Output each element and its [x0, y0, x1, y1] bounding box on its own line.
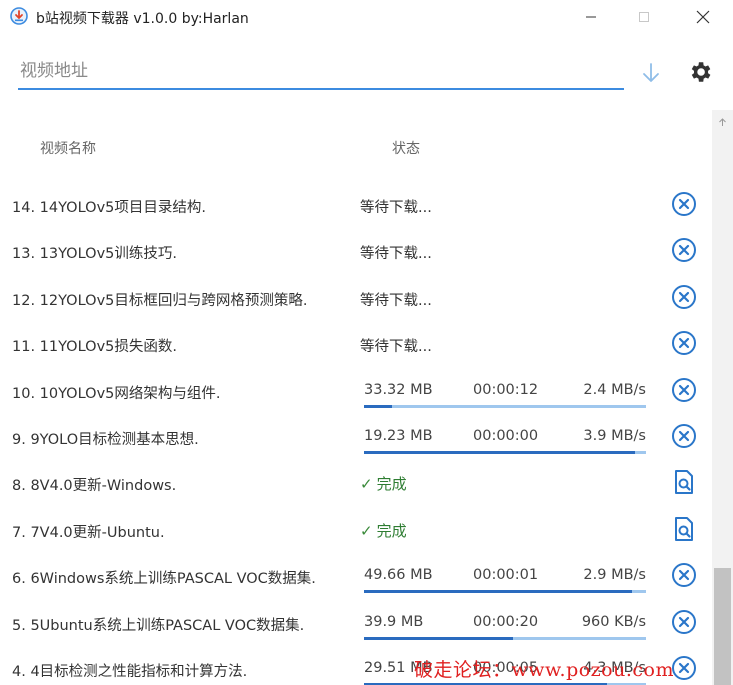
remaining-time: 00:00:01 [473, 567, 539, 584]
list-item: 14. 14YOLOv5项目目录结构. 等待下载... [0, 182, 712, 228]
video-name: 11. 11YOLOv5损失函数. [12, 339, 177, 356]
title-bar: b站视频下载器 v1.0.0 by:Harlan [0, 0, 733, 34]
close-button[interactable] [680, 0, 726, 34]
cancel-icon [671, 191, 697, 221]
maximize-button[interactable] [621, 0, 667, 34]
video-name: 4. 4目标检测之性能指标和计算方法. [12, 664, 248, 680]
status-text: 等待下载... [360, 292, 432, 309]
cancel-download-button[interactable] [670, 609, 698, 639]
column-header-name: 视频名称 [40, 141, 96, 157]
settings-button[interactable] [684, 58, 716, 90]
video-url-input[interactable] [18, 54, 624, 90]
video-name: 7. 7V4.0更新-Ubuntu. [12, 524, 165, 541]
video-name: 14. 14YOLOv5项目目录结构. [12, 200, 206, 216]
cancel-download-button[interactable] [670, 284, 698, 314]
status-text: 等待下载... [360, 246, 432, 263]
list-item: 7. 7V4.0更新-Ubuntu. ✓ 完成 [0, 507, 712, 553]
download-speed: 2.4 MB/s [583, 381, 646, 398]
cancel-icon [671, 377, 697, 407]
video-name: 5. 5Ubuntu系统上训练PASCAL VOC数据集. [12, 617, 305, 634]
scroll-up-button[interactable] [712, 110, 733, 132]
download-speed: 960 KB/s [581, 613, 646, 630]
gear-icon [687, 59, 713, 89]
cancel-download-button[interactable] [670, 192, 698, 220]
list-item: 13. 13YOLOv5训练技巧. 等待下载... [0, 228, 712, 274]
download-arrow-icon [641, 62, 661, 88]
list-header: 视频名称 状态 [0, 110, 712, 182]
cancel-icon [671, 562, 697, 592]
cancel-icon [671, 423, 697, 453]
progress-bar-fill [364, 451, 635, 454]
status-text: 等待下载... [360, 339, 432, 356]
window-title: b站视频下载器 v1.0.0 by:Harlan [36, 11, 249, 27]
download-size: 19.23 MB [364, 428, 433, 444]
column-header-status: 状态 [392, 141, 420, 157]
status-text: 等待下载... [360, 200, 432, 216]
progress-bar-fill [364, 404, 393, 408]
cancel-icon [671, 655, 697, 685]
download-speed: 3.9 MB/s [583, 428, 646, 444]
video-name: 10. 10YOLOv5网络架构与组件. [12, 385, 221, 402]
list-item: 12. 12YOLOv5目标框回归与跨网格预测策略. 等待下载... [0, 275, 712, 321]
list-item: 10. 10YOLOv5网络架构与组件. 33.32 MB 00:00:12 2.4 … [0, 368, 712, 414]
scrollbar-thumb[interactable] [714, 568, 731, 685]
cancel-download-button[interactable] [670, 424, 698, 452]
list-item: 11. 11YOLOv5损失函数. 等待下载... [0, 321, 712, 367]
remaining-time: 00:00:00 [473, 428, 539, 444]
cancel-icon [671, 609, 697, 639]
download-size: 49.66 MB [364, 567, 433, 584]
vertical-scrollbar[interactable] [712, 110, 733, 685]
list-item: 9. 9YOLO目标检测基本思想. 19.23 MB 00:00:00 3.9 MB/… [0, 414, 712, 460]
open-file-icon [672, 469, 696, 499]
progress-bar [364, 404, 646, 408]
cancel-download-button[interactable] [670, 238, 698, 266]
check-icon: ✓ [360, 475, 373, 494]
video-name: 6. 6Windows系统上训练PASCAL VOC数据集. [12, 571, 316, 588]
progress-bar-fill [364, 590, 632, 594]
video-name: 8. 8V4.0更新-Windows. [12, 478, 177, 495]
minimize-button[interactable] [568, 0, 614, 34]
cancel-download-button[interactable] [670, 331, 698, 359]
list-item: 5. 5Ubuntu系统上训练PASCAL VOC数据集. 39.9 MB 00:0… [0, 600, 712, 646]
scroll-up-arrow-icon [718, 112, 727, 131]
video-name: 12. 12YOLOv5目标框回归与跨网格预测策略. [12, 292, 308, 309]
download-button[interactable] [636, 60, 666, 90]
cancel-download-button[interactable] [670, 563, 698, 591]
open-file-icon [672, 516, 696, 546]
open-file-button[interactable] [670, 470, 698, 498]
status-done: ✓ 完成 [360, 473, 407, 494]
check-icon: ✓ [360, 521, 373, 540]
cancel-icon [671, 237, 697, 267]
download-size: 33.32 MB [364, 381, 433, 398]
remaining-time: 00:00:20 [473, 613, 539, 630]
cancel-icon [671, 284, 697, 314]
download-size: 39.9 MB [364, 613, 424, 630]
progress-bar-fill [364, 636, 514, 640]
cancel-download-button[interactable] [670, 656, 698, 684]
download-list: 14. 14YOLOv5项目目录结构. 等待下载... 13. 13YOLOv5训练… [0, 182, 712, 685]
progress-bar [364, 590, 646, 594]
app-logo-icon [10, 7, 28, 25]
list-item: 8. 8V4.0更新-Windows. ✓ 完成 [0, 460, 712, 506]
download-speed: 2.9 MB/s [583, 567, 646, 584]
video-name: 13. 13YOLOv5训练技巧. [12, 246, 177, 263]
list-item: 6. 6Windows系统上训练PASCAL VOC数据集. 49.66 MB 00… [0, 553, 712, 599]
status-text: 完成 [376, 521, 407, 540]
video-name: 9. 9YOLO目标检测基本思想. [12, 432, 199, 448]
progress-bar [364, 636, 646, 640]
remaining-time: 00:00:12 [473, 381, 539, 398]
status-done: ✓ 完成 [360, 520, 407, 541]
progress-bar [364, 451, 646, 454]
watermark-text: 破走论坛：www.pozou.com [414, 659, 674, 681]
cancel-download-button[interactable] [670, 377, 698, 407]
status-text: 完成 [376, 475, 407, 494]
cancel-icon [671, 330, 697, 360]
open-file-button[interactable] [670, 516, 698, 546]
